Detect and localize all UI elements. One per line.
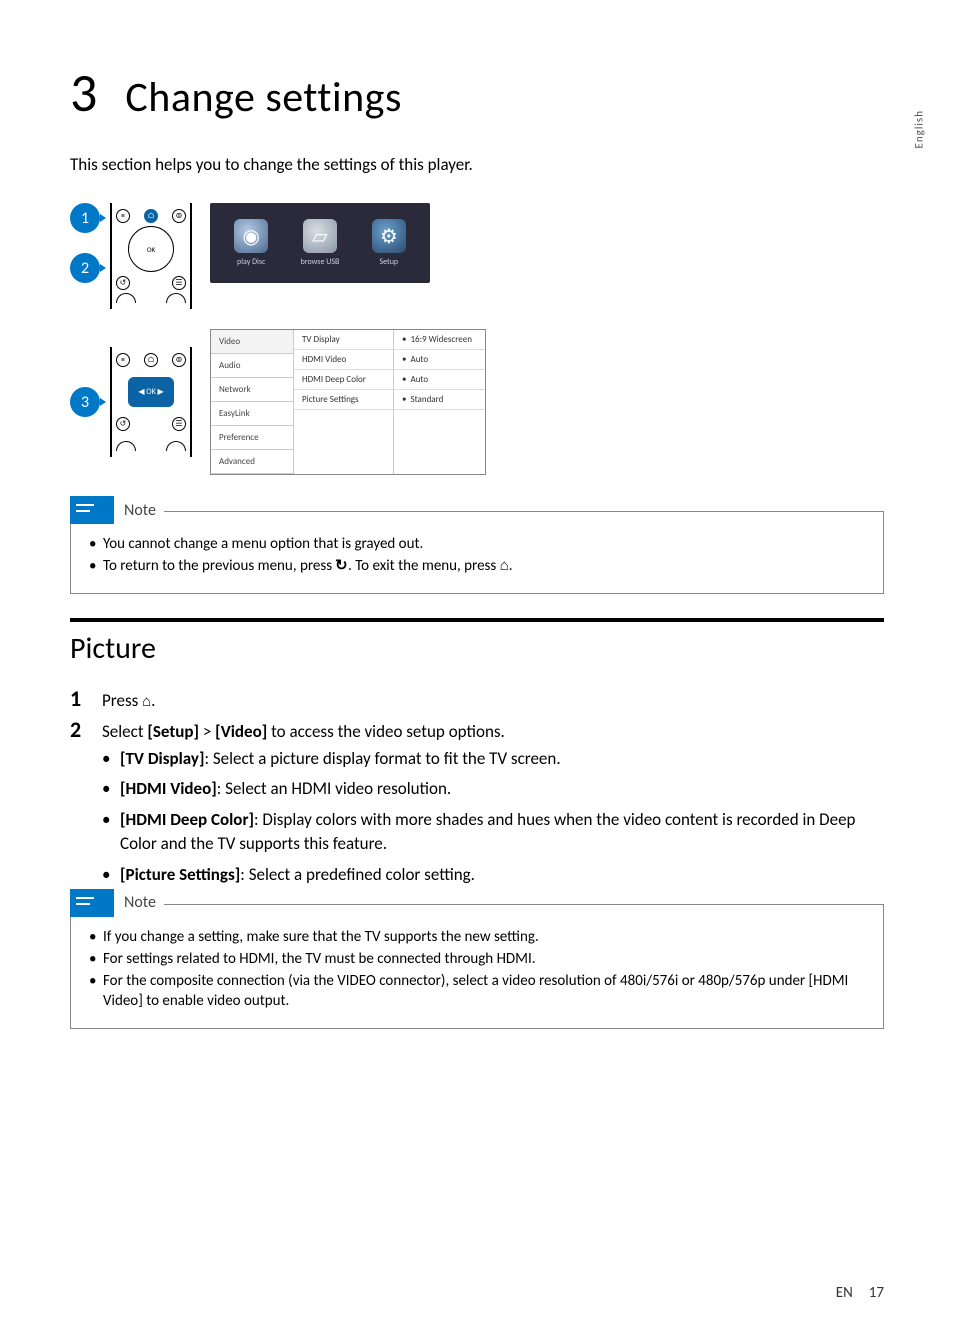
footer-lang: EN [836,1284,853,1302]
arc-icon [166,293,186,303]
home-menu-play-disc: ◉ play Disc [234,219,268,267]
diagram-row-1: 1 2 ≡ ⌂ ⊚ ↺ ☰ ◉ play Disc ▱ br [70,203,884,309]
home-menu-item-label: browse USB [301,257,340,267]
settings-tab-easylink: EasyLink [211,402,293,426]
home-icon [500,557,509,574]
arc-icon [116,441,136,451]
step-1: 1 Press . [70,685,884,712]
list-item: [HDMI Deep Color]: Display colors with m… [102,808,884,857]
remote-btn-icon: ⊚ [172,353,186,367]
remote-dpad-icon [128,226,174,272]
remote-btn-home-icon: ⌂ [144,353,158,367]
step-text: Press . [102,690,155,711]
note-icon [70,889,114,917]
step-text: Select [Setup] > [Video] to access the v… [102,721,505,742]
chapter-number: 3 [70,60,97,126]
step-number: 1 [70,685,88,712]
note-box-1: Note You cannot change a menu option tha… [70,511,884,594]
arc-icon [116,293,136,303]
page-footer: EN 17 [836,1284,884,1302]
list-item: [TV Display]: Select a picture display f… [102,747,884,772]
settings-tab-audio: Audio [211,354,293,378]
settings-value: Standard [394,390,485,410]
settings-tab-video: Video [211,330,293,354]
chapter-heading: 3 Change settings [70,60,884,126]
remote-btn-back-icon: ↺ [116,276,130,290]
home-icon [142,691,151,710]
note-item: You cannot change a menu option that is … [89,534,869,554]
settings-value: Auto [394,350,485,370]
note-label: Note [114,889,164,916]
remote-illustration: ≡ ⌂ ⊚ ↺ ☰ [110,203,192,309]
settings-row: Picture Settings [294,390,393,410]
note-icon [70,496,114,524]
language-side-label: English [912,110,925,148]
settings-value: 16:9 Widescreen [394,330,485,350]
remote-btn-top-right-icon: ⊚ [172,209,186,223]
home-menu-setup: ⚙ Setup [372,219,406,267]
step-number: 2 [70,716,88,743]
list-item: [Picture Settings]: Select a predefined … [102,863,884,888]
home-menu-screenshot: ◉ play Disc ▱ browse USB ⚙ Setup [210,203,430,283]
step-2: 2 Select [Setup] > [Video] to access the… [70,716,884,743]
settings-row: HDMI Deep Color [294,370,393,390]
home-menu-item-label: play Disc [237,257,265,267]
remote-btn-options-icon: ☰ [172,276,186,290]
note-label: Note [114,497,164,524]
note-item: For settings related to HDMI, the TV mus… [89,949,869,969]
steps-list: 1 Press . 2 Select [Setup] > [Video] to … [70,685,884,743]
disc-icon: ◉ [234,219,268,253]
step-bubble-3: 3 [70,387,100,417]
settings-tab-network: Network [211,378,293,402]
step-bubble-2: 2 [70,253,100,283]
settings-row: HDMI Video [294,350,393,370]
picture-options-list: [TV Display]: Select a picture display f… [70,747,884,888]
remote-btn-top-left-icon: ≡ [116,209,130,223]
gear-icon: ⚙ [372,219,406,253]
section-divider [70,618,884,622]
remote-dpad-highlight-icon: ◀ OK ▶ [128,377,174,407]
note-tab: Note [70,496,164,524]
settings-tab-advanced: Advanced [211,450,293,474]
settings-row: TV Display [294,330,393,350]
step-bubble-1: 1 [70,203,100,233]
settings-value: Auto [394,370,485,390]
home-menu-browse-usb: ▱ browse USB [301,219,340,267]
note-item: If you change a setting, make sure that … [89,927,869,947]
section-title-picture: Picture [70,630,884,667]
remote-btn-icon: ≡ [116,353,130,367]
home-menu-item-label: Setup [379,257,398,267]
back-icon [335,557,348,574]
settings-tab-preference: Preference [211,426,293,450]
footer-page: 17 [869,1284,884,1302]
remote-btn-back-icon: ↺ [116,417,130,431]
usb-icon: ▱ [303,219,337,253]
remote-btn-home-icon: ⌂ [144,209,158,223]
settings-menu-screenshot: Video Audio Network EasyLink Preference … [210,329,486,475]
diagram-row-2: 3 ≡ ⌂ ⊚ ◀ OK ▶ ↺ ☰ Video Audio Network E… [70,329,884,475]
intro-paragraph: This section helps you to change the set… [70,154,884,175]
note-item: To return to the previous menu, press . … [89,556,869,576]
remote-btn-options-icon: ☰ [172,417,186,431]
note-box-2: Note If you change a setting, make sure … [70,904,884,1029]
note-item: For the composite connection (via the VI… [89,971,869,1012]
remote-illustration-2: ≡ ⌂ ⊚ ◀ OK ▶ ↺ ☰ [110,347,192,457]
list-item: [HDMI Video]: Select an HDMI video resol… [102,777,884,802]
arc-icon [166,441,186,451]
chapter-title-text: Change settings [125,72,402,123]
manual-page: English 3 Change settings This section h… [0,0,954,1342]
note-tab: Note [70,889,164,917]
